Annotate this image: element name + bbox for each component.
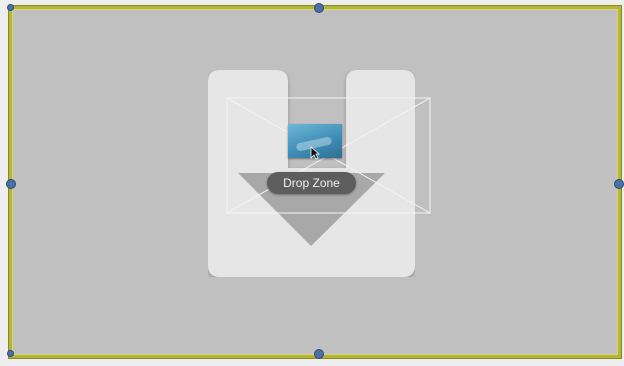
resize-handle-top[interactable] xyxy=(314,3,324,13)
resize-handle-left[interactable] xyxy=(6,179,16,189)
resize-handle-bottom-left[interactable] xyxy=(7,350,14,357)
drop-zone-label: Drop Zone xyxy=(267,172,356,194)
resize-handle-bottom[interactable] xyxy=(314,349,324,359)
pointer-cursor-icon xyxy=(310,146,320,160)
resize-handle-right[interactable] xyxy=(614,179,624,189)
resize-handle-top-left[interactable] xyxy=(7,4,14,11)
